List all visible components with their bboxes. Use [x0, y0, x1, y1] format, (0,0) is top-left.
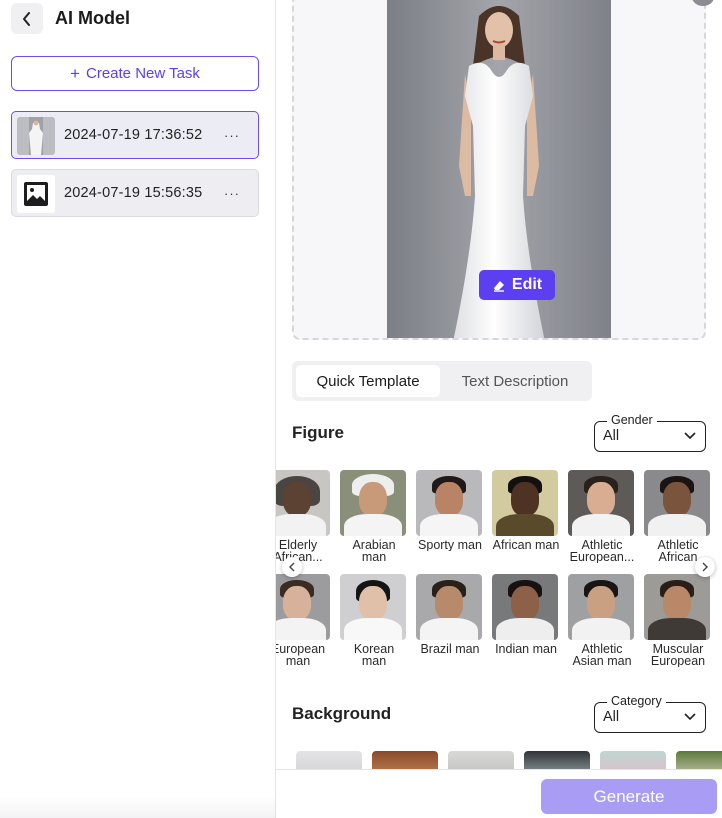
figure-card[interactable]: Korean man [340, 574, 408, 667]
figure-card[interactable]: African man [492, 470, 560, 551]
generate-button[interactable]: Generate [541, 779, 717, 814]
scroll-left-button[interactable] [282, 557, 302, 577]
figure-label: Brazil man [420, 643, 480, 655]
figure-thumbnail [644, 470, 710, 536]
background-thumbnail[interactable] [296, 751, 362, 771]
chevron-left-icon [23, 11, 30, 26]
figure-card[interactable]: European man [276, 574, 332, 667]
figure-label: Sporty man [418, 539, 482, 551]
tab-text-description[interactable]: Text Description [442, 365, 588, 397]
gender-select[interactable]: Gender All [594, 413, 706, 452]
figure-label: European man [276, 643, 326, 667]
figure-thumbnail [340, 470, 406, 536]
app-window: AI Model + Create New Task 2024-07-19 17… [0, 0, 722, 818]
figure-thumbnail [340, 574, 406, 640]
figure-card[interactable]: Brazil man [416, 574, 484, 655]
page-title: AI Model [55, 8, 130, 28]
figure-card[interactable]: Athletic Asian man [568, 574, 636, 667]
gender-select-legend: Gender [607, 413, 657, 427]
figure-thumbnail [276, 470, 330, 536]
main-panel: Edit Quick Template Text Description Fig… [276, 0, 722, 818]
figure-thumbnail [416, 574, 482, 640]
figure-label: Arabian man [352, 539, 396, 563]
figure-label: Korean man [353, 643, 395, 667]
plus-icon: + [70, 64, 80, 83]
task-timestamp: 2024-07-19 15:56:35 [64, 185, 203, 201]
image-preview: Edit [292, 0, 706, 340]
figure-thumbnail [492, 574, 558, 640]
figure-label: Muscular European [650, 643, 706, 667]
create-new-task-button[interactable]: + Create New Task [11, 56, 259, 91]
scroll-right-button[interactable] [695, 557, 715, 577]
background-thumbnail[interactable] [524, 751, 590, 771]
category-select[interactable]: Category All [594, 694, 706, 733]
figure-thumbnail [416, 470, 482, 536]
figure-label: African man [492, 539, 560, 551]
figure-label: Athletic European... [569, 539, 635, 563]
figure-card[interactable]: Athletic African [644, 470, 712, 563]
back-button[interactable] [11, 3, 43, 34]
figure-section-title: Figure [292, 423, 344, 442]
figure-thumbnail [644, 574, 710, 640]
figure-card[interactable]: Sporty man [416, 470, 484, 551]
figure-label: Athletic Asian man [572, 643, 632, 667]
figure-card[interactable]: Elderly African... [276, 470, 332, 563]
category-select-value: All [603, 709, 620, 725]
background-section-title: Background [292, 704, 392, 723]
figure-grid: Elderly African... Arabian man Sporty ma… [276, 470, 722, 670]
figure-card[interactable]: Indian man [492, 574, 560, 655]
edit-button[interactable]: Edit [479, 270, 555, 300]
chevron-down-icon [684, 432, 696, 440]
figure-label: Indian man [495, 643, 557, 655]
background-thumbnail[interactable] [372, 751, 438, 771]
task-thumbnail [17, 117, 55, 155]
background-thumbnail[interactable] [676, 751, 722, 771]
chevron-down-icon [684, 713, 696, 721]
eraser-icon [493, 281, 504, 292]
edit-label: Edit [511, 276, 543, 293]
image-placeholder-icon [24, 182, 48, 206]
sidebar: AI Model + Create New Task 2024-07-19 17… [0, 0, 276, 818]
figure-card[interactable]: Athletic European... [568, 470, 636, 563]
background-thumbnail[interactable] [600, 751, 666, 771]
task-timestamp: 2024-07-19 17:36:52 [64, 127, 203, 143]
gender-select-value: All [603, 428, 620, 444]
task-item[interactable]: 2024-07-19 15:56:35 ··· [11, 169, 259, 217]
task-item[interactable]: 2024-07-19 17:36:52 ··· [11, 111, 259, 159]
figure-thumbnail [276, 574, 330, 640]
chevron-right-icon [702, 562, 708, 572]
category-select-legend: Category [607, 694, 666, 708]
figure-thumbnail [568, 470, 634, 536]
create-new-task-label: Create New Task [86, 65, 200, 82]
mode-tabs: Quick Template Text Description [292, 361, 592, 401]
more-options-icon[interactable]: ··· [224, 128, 240, 143]
background-thumbnail-strip [276, 751, 722, 771]
tab-quick-template[interactable]: Quick Template [296, 365, 440, 397]
chevron-left-icon [289, 562, 295, 572]
background-thumbnail[interactable] [448, 751, 514, 771]
footer-bar: Generate [276, 769, 722, 818]
more-options-icon[interactable]: ··· [224, 186, 240, 201]
figure-card[interactable]: Arabian man [340, 470, 408, 563]
sidebar-bottom-fade [0, 796, 276, 818]
task-thumbnail [17, 175, 55, 213]
figure-thumbnail [568, 574, 634, 640]
figure-thumbnail [492, 470, 558, 536]
figure-card[interactable]: Muscular European [644, 574, 712, 667]
